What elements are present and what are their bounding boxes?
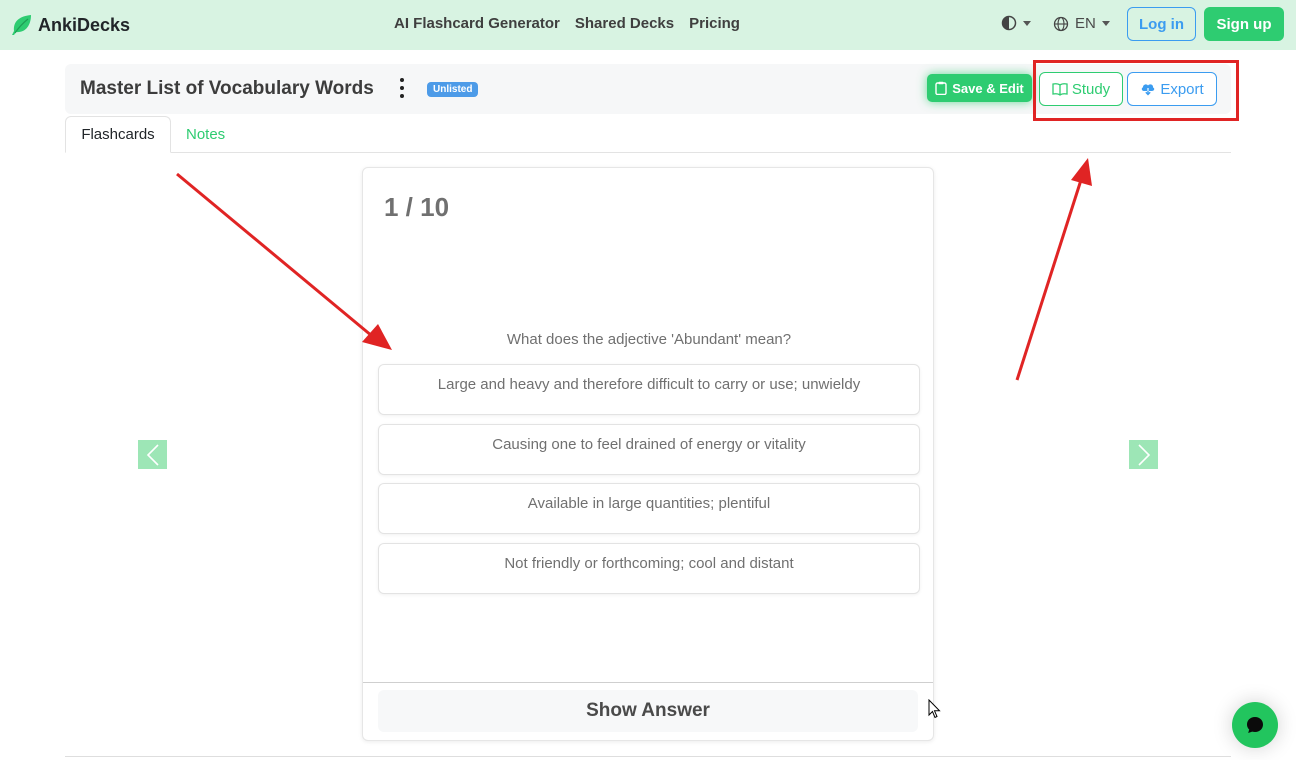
login-button[interactable]: Log in <box>1127 7 1196 41</box>
card-counter: 1 / 10 <box>384 192 450 222</box>
language-selector[interactable]: EN <box>1053 15 1110 32</box>
leaf-icon <box>12 15 31 35</box>
previous-card-button[interactable] <box>138 440 167 469</box>
chat-widget-button[interactable] <box>1232 702 1278 748</box>
nav-link-ai-generator[interactable]: AI Flashcard Generator <box>394 15 560 32</box>
navbar: AnkiDecks AI Flashcard Generator Shared … <box>0 0 1296 50</box>
more-options-icon[interactable] <box>399 78 405 98</box>
caret-down-icon <box>1023 20 1031 26</box>
answer-option[interactable]: Causing one to feel drained of energy or… <box>378 424 920 475</box>
card-question: What does the adjective 'Abundant' mean? <box>506 331 792 348</box>
language-label: EN <box>1075 15 1096 32</box>
card-footer: Show Answer <box>363 682 933 740</box>
answer-option[interactable]: Not friendly or forthcoming; cool and di… <box>378 543 920 594</box>
deck-tabs: Flashcards Notes <box>65 116 1231 153</box>
answer-option[interactable]: Large and heavy and therefore difficult … <box>378 364 920 415</box>
annotation-highlight-box <box>1033 60 1239 121</box>
contrast-icon <box>1001 15 1017 31</box>
caret-down-icon <box>1101 21 1110 26</box>
brand-logo[interactable]: AnkiDecks <box>10 12 130 38</box>
visibility-badge: Unlisted <box>427 82 479 97</box>
save-edit-label: Save & Edit <box>952 80 1024 96</box>
save-edit-button[interactable]: Save & Edit <box>927 74 1032 102</box>
flashcard: 1 / 10 What does the adjective 'Abundant… <box>362 167 934 741</box>
globe-icon <box>1053 16 1069 31</box>
chevron-left-icon <box>146 443 159 466</box>
annotation-arrow-right <box>1015 158 1092 381</box>
tab-flashcards[interactable]: Flashcards <box>65 116 171 153</box>
answer-option[interactable]: Available in large quantities; plentiful <box>378 483 920 534</box>
next-card-button[interactable] <box>1129 440 1158 469</box>
nav-links: AI Flashcard Generator Shared Decks Pric… <box>394 15 755 32</box>
show-answer-button[interactable]: Show Answer <box>378 690 918 732</box>
brand-name: AnkiDecks <box>38 14 131 35</box>
clipboard-icon <box>935 81 947 95</box>
nav-link-pricing[interactable]: Pricing <box>689 15 740 32</box>
cursor-icon <box>928 699 941 719</box>
signup-button[interactable]: Sign up <box>1204 7 1284 41</box>
page-divider <box>65 756 1231 757</box>
chevron-right-icon <box>1137 443 1150 466</box>
tab-notes[interactable]: Notes <box>186 126 225 143</box>
nav-link-shared-decks[interactable]: Shared Decks <box>575 15 674 32</box>
theme-toggle[interactable] <box>1001 15 1031 31</box>
annotation-arrow-left <box>176 172 392 350</box>
chat-icon <box>1247 717 1263 733</box>
deck-title: Master List of Vocabulary Words <box>80 78 374 99</box>
